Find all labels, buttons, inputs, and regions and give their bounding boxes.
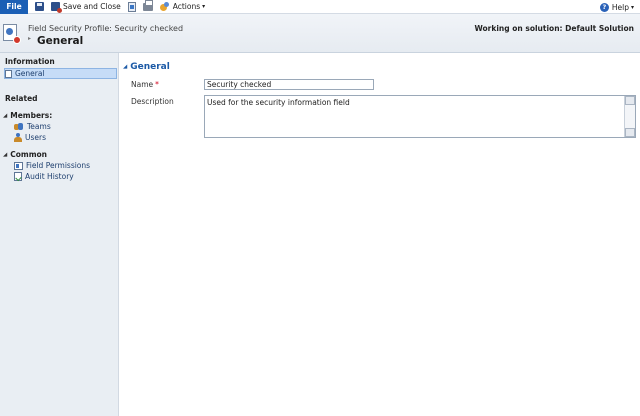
actions-label: Actions	[172, 2, 201, 11]
chevron-down-icon: ▾	[630, 3, 634, 11]
nav-item-label: Audit History	[25, 172, 74, 181]
print-icon	[142, 0, 153, 11]
name-label: Name *	[131, 80, 159, 89]
nav-item-label: Users	[25, 133, 47, 142]
nav-item-label: Teams	[27, 122, 51, 131]
help-icon: ?	[599, 2, 609, 12]
left-navigation: Information General Related ◢ Members: T…	[0, 53, 119, 416]
solution-indicator: Working on solution: Default Solution	[474, 24, 634, 33]
required-marker: *	[155, 80, 159, 89]
nav-item-label: General	[15, 69, 45, 78]
collapse-triangle-icon: ◢	[3, 151, 8, 158]
nav-group-label: Members:	[10, 111, 53, 120]
scroll-down-button[interactable]	[625, 128, 635, 137]
form-selector-arrow-icon[interactable]: ▸	[28, 35, 31, 42]
section-title: General	[130, 62, 170, 72]
nav-group-common[interactable]: ◢ Common	[3, 150, 47, 159]
nav-item-teams[interactable]: Teams	[14, 121, 51, 132]
help-menu-button[interactable]: ? Help ▾	[599, 0, 634, 14]
name-input[interactable]	[204, 79, 374, 90]
nav-item-general[interactable]: General	[4, 68, 117, 79]
nav-group-members[interactable]: ◢ Members:	[3, 111, 52, 120]
entity-name: Field Security Profile: Security checked	[28, 24, 184, 33]
form-body: ◢ General Name* Description Used for the…	[119, 53, 640, 416]
nav-item-field-permissions[interactable]: Field Permissions	[14, 160, 90, 171]
users-icon	[14, 133, 22, 142]
description-textarea[interactable]: Used for the security information field	[204, 95, 636, 138]
page-title: General	[37, 35, 84, 47]
actions-icon	[159, 1, 170, 12]
save-button[interactable]	[35, 2, 44, 11]
nav-section-information: Information	[5, 57, 55, 66]
document-button[interactable]	[127, 1, 136, 12]
actions-menu-button[interactable]: Actions ▾	[159, 1, 206, 12]
form-header: Field Security Profile: Security checked…	[0, 14, 640, 53]
field-permissions-icon	[14, 161, 23, 170]
audit-history-icon	[14, 172, 22, 181]
field-security-profile-icon	[3, 24, 21, 44]
nav-group-label: Common	[10, 150, 48, 159]
nav-item-users[interactable]: Users	[14, 132, 46, 143]
chevron-down-icon: ▾	[202, 3, 206, 10]
nav-item-label: Field Permissions	[26, 161, 91, 170]
scroll-up-button[interactable]	[625, 96, 635, 105]
description-label: Description	[131, 97, 174, 106]
description-scrollbar[interactable]	[624, 96, 635, 137]
name-label-text: Name	[131, 80, 154, 89]
save-and-close-button[interactable]: Save and Close	[51, 2, 121, 13]
collapse-triangle-icon: ◢	[123, 64, 128, 70]
section-general-header[interactable]: ◢ General	[123, 62, 170, 72]
nav-section-related: Related	[5, 94, 38, 103]
ribbon-toolbar: File Save and Close Actions ▾ ? Help ▾	[0, 0, 640, 14]
save-icon	[35, 2, 44, 11]
save-and-close-label: Save and Close	[63, 2, 121, 11]
help-label: Help	[611, 2, 629, 12]
save-and-close-icon	[51, 2, 62, 13]
file-button[interactable]: File	[0, 0, 28, 14]
print-button[interactable]	[142, 0, 153, 11]
document-icon	[127, 1, 136, 12]
form-icon	[5, 69, 12, 78]
collapse-triangle-icon: ◢	[3, 112, 8, 119]
teams-icon	[14, 122, 24, 131]
nav-item-audit-history[interactable]: Audit History	[14, 171, 74, 182]
